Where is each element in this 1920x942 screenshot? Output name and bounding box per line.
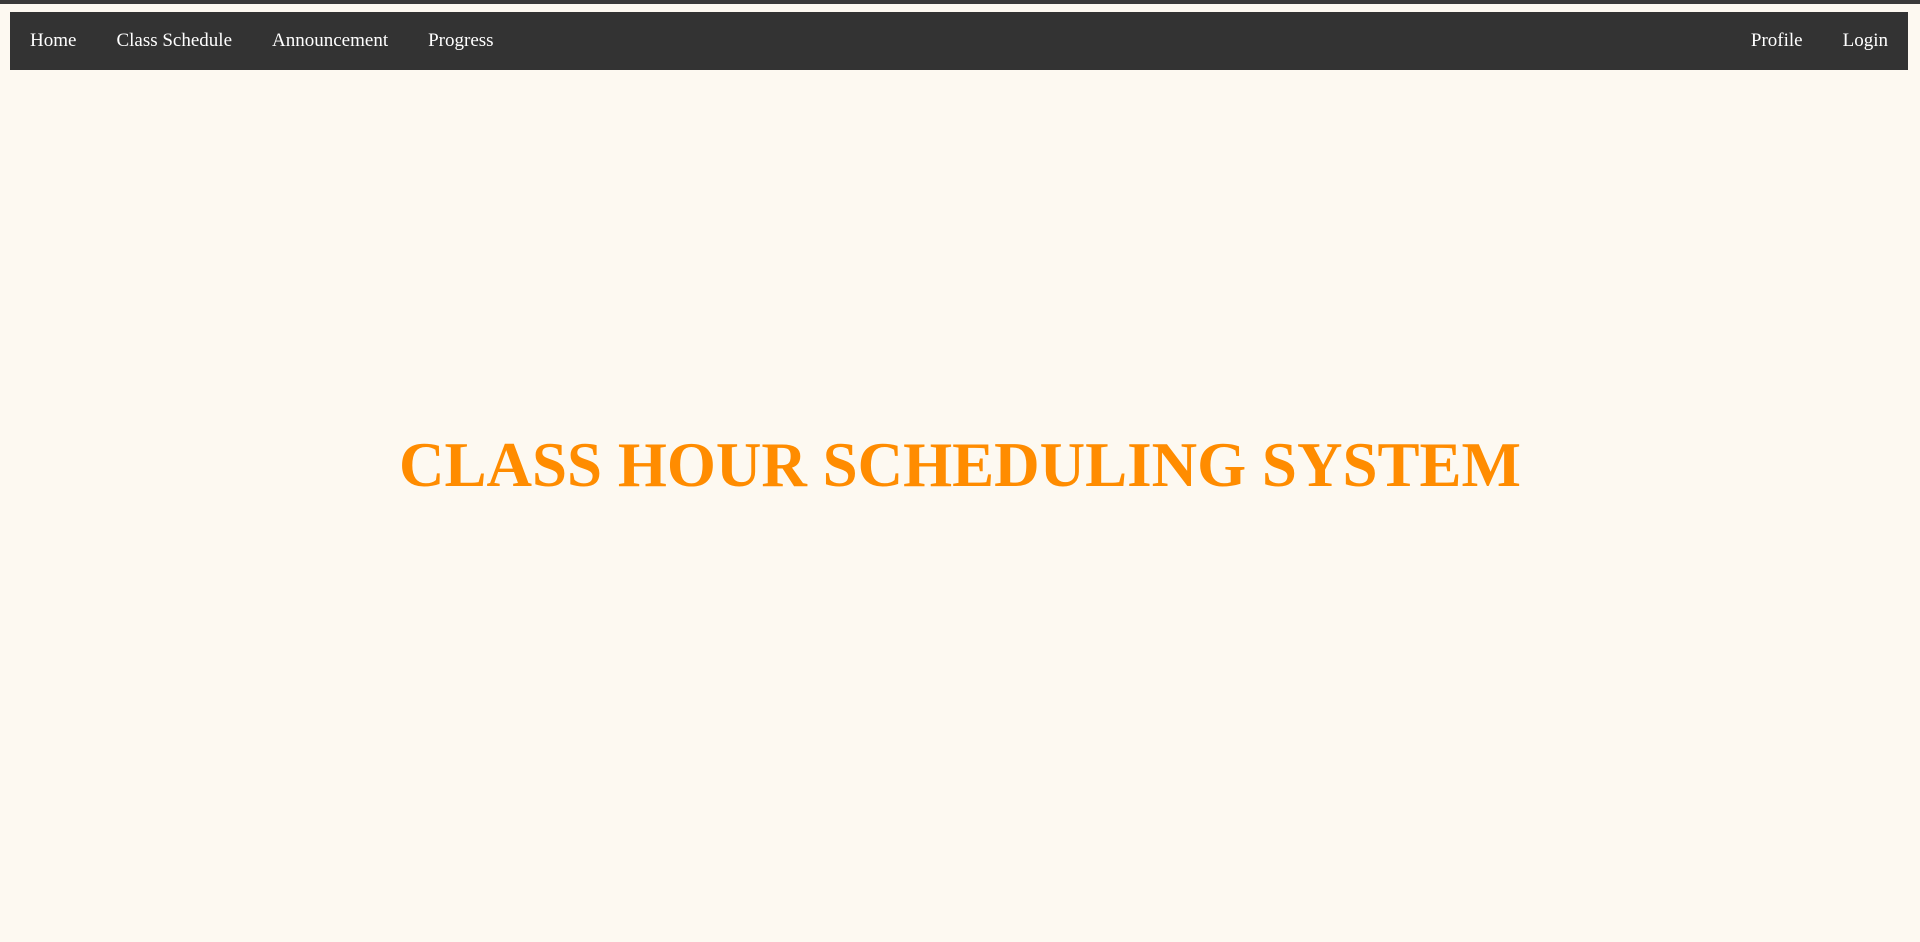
nav-item-login[interactable]: Login	[1823, 12, 1908, 70]
nav-item-profile[interactable]: Profile	[1731, 12, 1823, 70]
hero-section: CLASS HOUR SCHEDULING SYSTEM	[0, 70, 1920, 820]
navbar-right-group: Profile Login	[1731, 12, 1908, 70]
nav-item-announcement[interactable]: Announcement	[252, 12, 408, 70]
main-navbar: Home Class Schedule Announcement Progres…	[10, 12, 1908, 70]
navbar-left-group: Home Class Schedule Announcement Progres…	[10, 12, 514, 70]
nav-item-progress[interactable]: Progress	[408, 12, 513, 70]
nav-item-class-schedule[interactable]: Class Schedule	[96, 12, 252, 70]
page-title: CLASS HOUR SCHEDULING SYSTEM	[398, 429, 1521, 500]
window-top-border	[0, 0, 1920, 4]
nav-item-home[interactable]: Home	[10, 12, 96, 70]
